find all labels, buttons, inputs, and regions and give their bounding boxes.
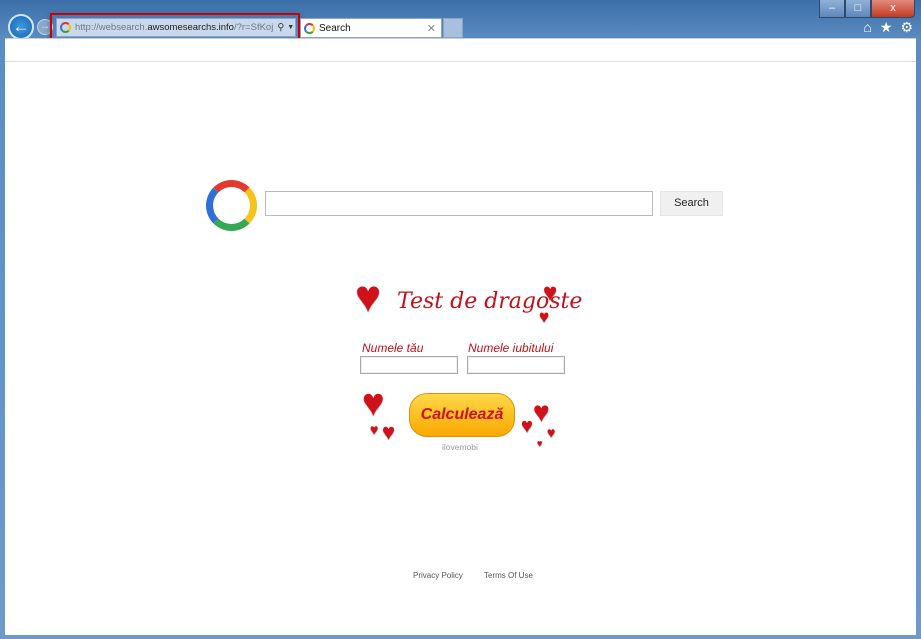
partner-name-input[interactable] (467, 356, 565, 374)
heart-icon: ♥ (539, 307, 550, 326)
heart-icon: ♥ (355, 272, 382, 321)
your-name-label: Numele tău (362, 341, 424, 355)
new-tab-button[interactable] (443, 18, 463, 38)
heart-icon: ♥ (382, 419, 396, 444)
star-icon[interactable]: ★ (880, 19, 893, 36)
back-icon[interactable]: ← (8, 14, 34, 40)
close-window-button[interactable]: x (871, 0, 915, 18)
home-icon[interactable]: ⌂ (863, 19, 871, 36)
search-logo (206, 180, 257, 231)
maximize-button[interactable]: □ (845, 0, 871, 18)
widget-credit: ilovemobi (442, 442, 478, 452)
heart-icon: ♥ (543, 279, 558, 306)
browser-window: – □ x ← → http://websearch. awsomesearchs… (0, 0, 921, 639)
heart-icon: ♥ (537, 438, 543, 448)
heart-icon: ♥ (547, 424, 556, 440)
window-controls: – □ x (819, 0, 915, 18)
privacy-policy-link[interactable]: Privacy Policy (413, 571, 463, 580)
toolbar-icons: ⌂ ★ ⚙ (863, 19, 913, 36)
heart-icon: ♥ (521, 415, 533, 437)
search-button[interactable]: Search (660, 191, 723, 216)
tab-search[interactable]: Search ✕ (300, 18, 442, 38)
terms-of-use-link[interactable]: Terms Of Use (484, 571, 533, 580)
gear-icon[interactable]: ⚙ (900, 19, 913, 36)
calculate-button[interactable]: Calculează (409, 393, 515, 437)
close-icon[interactable]: ✕ (427, 22, 436, 35)
partner-name-label: Numele iubitului (468, 341, 554, 355)
page-content: Search ♥ Test de dragoste ♥ ♥ Numele tău… (5, 38, 916, 635)
tab-favicon-icon (304, 22, 315, 34)
divider (5, 61, 916, 62)
search-input[interactable] (265, 191, 653, 216)
your-name-input[interactable] (360, 356, 458, 374)
tab-title: Search (319, 22, 351, 34)
heart-icon: ♥ (370, 421, 379, 437)
minimize-button[interactable]: – (819, 0, 845, 18)
